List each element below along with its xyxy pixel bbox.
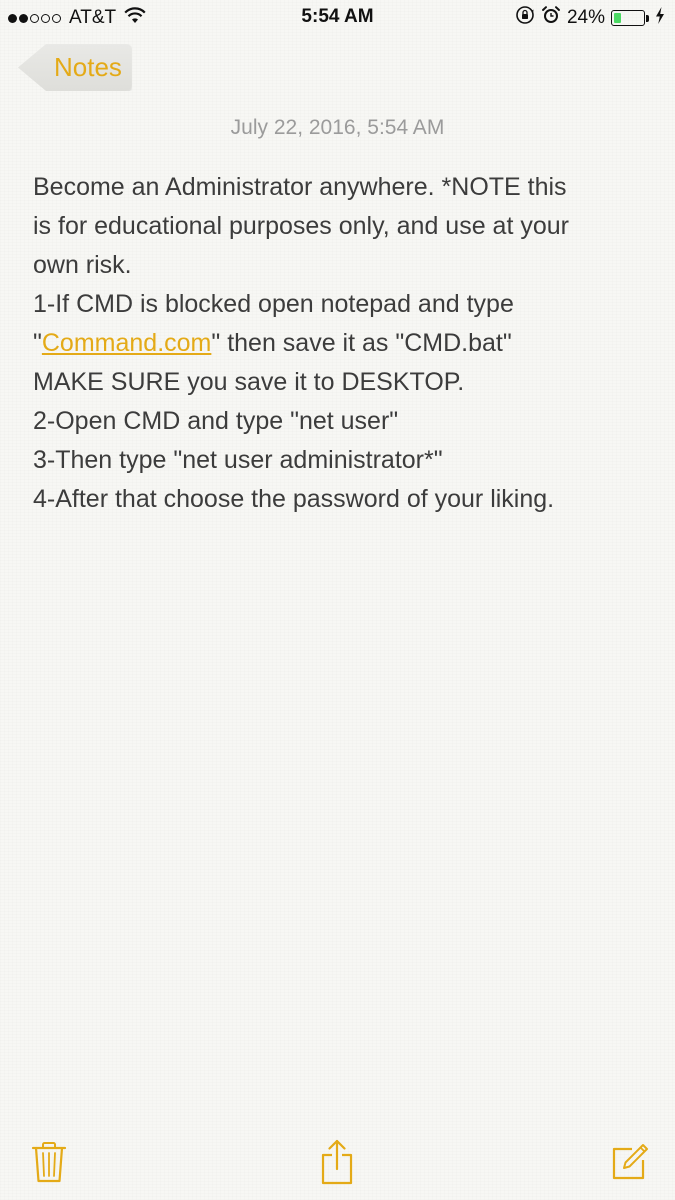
note-line-rest: " then save it as "CMD.bat" xyxy=(211,329,512,357)
note-line: "Command.com" then save it as "CMD.bat" xyxy=(33,324,653,363)
back-button-label: Notes xyxy=(54,52,122,82)
charging-bolt-icon xyxy=(655,6,665,30)
delete-note-button[interactable] xyxy=(27,1140,71,1188)
quote-open: " xyxy=(33,329,42,357)
compose-icon xyxy=(610,1142,650,1187)
compose-note-button[interactable] xyxy=(608,1140,652,1188)
note-body[interactable]: Become an Administrator anywhere. *NOTE … xyxy=(33,168,653,519)
status-bar: AT&T 5:54 AM 24% xyxy=(0,0,675,36)
share-icon xyxy=(319,1139,355,1190)
note-line: 4-After that choose the password of your… xyxy=(33,485,555,513)
rotation-lock-icon xyxy=(515,5,535,31)
note-line: 3-Then type "net user administrator*" xyxy=(33,446,443,474)
back-button[interactable]: Notes xyxy=(18,44,132,91)
note-line: is for educational purposes only, and us… xyxy=(33,212,569,240)
note-line: Become an Administrator anywhere. *NOTE … xyxy=(33,173,567,201)
trash-icon xyxy=(31,1141,67,1188)
note-date: July 22, 2016, 5:54 AM xyxy=(230,116,445,139)
command-com-link[interactable]: Command.com xyxy=(42,329,212,357)
battery-icon xyxy=(611,10,645,26)
note-line: 1-If CMD is blocked open notepad and typ… xyxy=(33,290,514,318)
battery-percent: 24% xyxy=(566,7,605,28)
status-right: 24% xyxy=(509,6,665,30)
share-button[interactable] xyxy=(315,1139,359,1190)
note-line: 2-Open CMD and type "net user" xyxy=(33,407,399,435)
alarm-icon xyxy=(541,5,561,31)
battery-fill xyxy=(614,13,621,23)
battery-tip xyxy=(646,14,649,22)
note-line: MAKE SURE you save it to DESKTOP. xyxy=(33,368,465,396)
note-line: own risk. xyxy=(33,251,132,279)
